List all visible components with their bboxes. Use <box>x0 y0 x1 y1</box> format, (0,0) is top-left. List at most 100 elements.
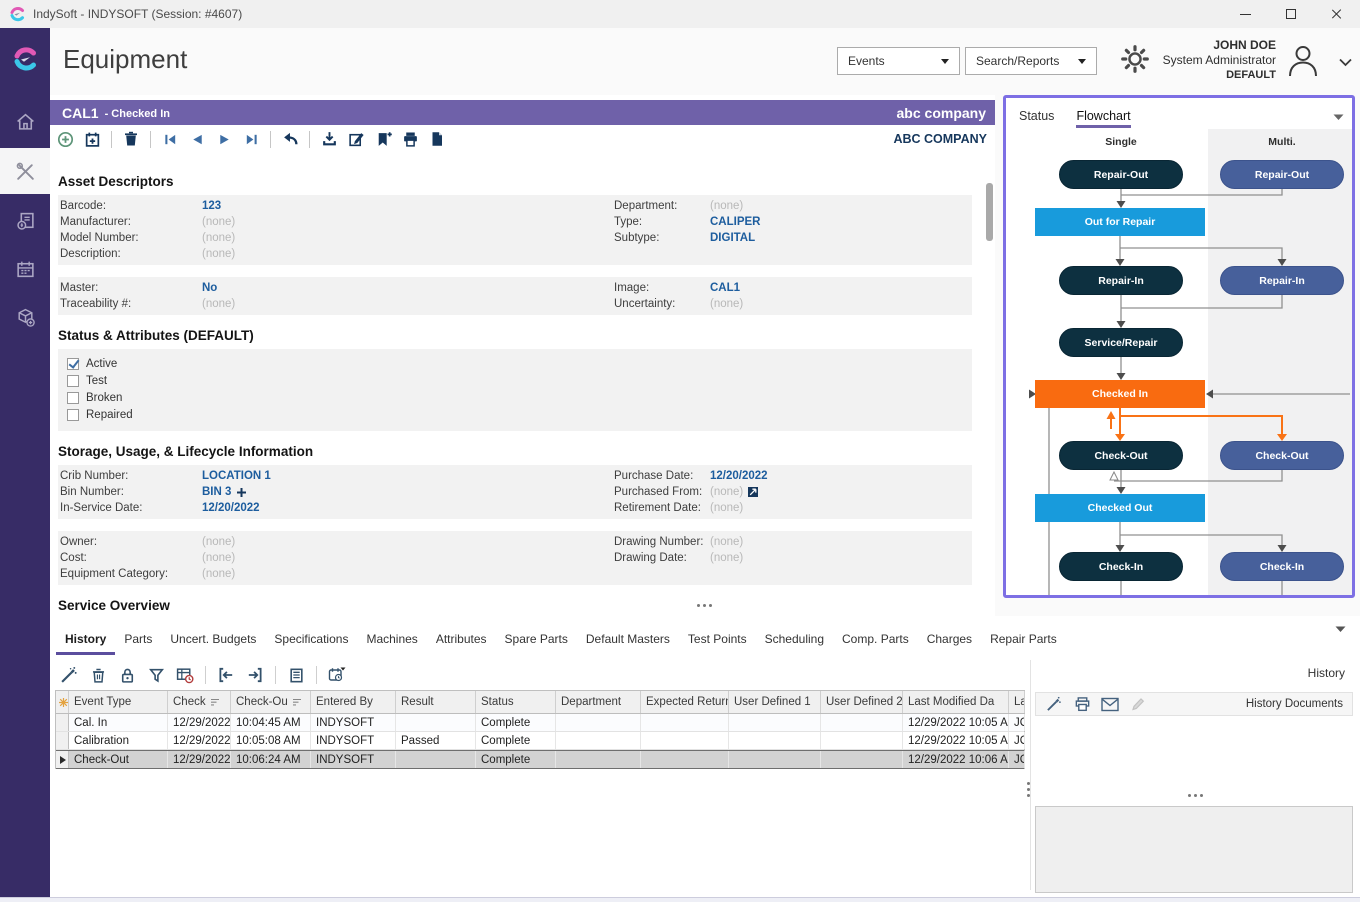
tab-charges[interactable]: Charges <box>918 628 981 655</box>
sidebar-item-equipment[interactable] <box>0 148 50 194</box>
magic-wand-icon[interactable] <box>1045 695 1063 713</box>
collapse-chevron-down-icon[interactable] <box>1335 620 1346 638</box>
filter-icon[interactable] <box>147 666 165 684</box>
bookmark-add-button[interactable] <box>374 130 392 148</box>
add-record-button[interactable] <box>56 130 74 148</box>
plus-icon[interactable] <box>236 487 247 498</box>
flow-node-check-out-multi[interactable]: Check-Out <box>1220 441 1344 470</box>
user-info[interactable]: JOHN DOE System Administrator DEFAULT <box>1106 38 1276 83</box>
column-header-user-defined-1[interactable]: User Defined 1 <box>729 691 821 713</box>
field-value[interactable]: BIN 3 <box>202 486 614 498</box>
delete-record-button[interactable] <box>122 130 140 148</box>
delete-row-icon[interactable] <box>89 666 107 684</box>
lock-icon[interactable] <box>118 666 136 684</box>
horizontal-splitter-handle[interactable] <box>1188 794 1191 797</box>
tab-spare-parts[interactable]: Spare Parts <box>496 628 577 655</box>
user-menu-chevron-icon[interactable] <box>1339 54 1352 72</box>
check-in-record-icon[interactable] <box>217 666 235 684</box>
event-schedule-dropdown-icon[interactable] <box>328 666 346 684</box>
email-icon[interactable] <box>1101 695 1119 713</box>
checkbox-test[interactable] <box>67 375 79 387</box>
previous-record-button[interactable] <box>188 130 206 148</box>
flow-node-check-in-single[interactable]: Check-In <box>1059 552 1183 581</box>
tab-parts[interactable]: Parts <box>115 628 161 655</box>
search-reports-dropdown[interactable]: Search/Reports <box>965 47 1097 75</box>
events-dropdown[interactable]: Events <box>837 47 960 75</box>
magic-wand-icon[interactable] <box>60 666 78 684</box>
next-record-button[interactable] <box>215 130 233 148</box>
sidebar-item-parts-inventory[interactable] <box>0 294 50 340</box>
tab-comp-parts[interactable]: Comp. Parts <box>833 628 918 655</box>
field-value[interactable]: CAL1 <box>710 282 972 294</box>
field-value[interactable]: 123 <box>202 200 614 212</box>
field-value[interactable]: No <box>202 282 614 294</box>
panel-chevron-down-icon[interactable] <box>1333 108 1344 126</box>
column-header-check-ou[interactable]: Check-Ou <box>231 691 311 713</box>
tab-machines[interactable]: Machines <box>357 628 426 655</box>
flow-node-check-in-multi[interactable]: Check-In <box>1220 552 1344 581</box>
schedule-event-button[interactable] <box>83 130 101 148</box>
sidebar-item-service-costs[interactable] <box>0 198 50 244</box>
minimize-button[interactable] <box>1222 0 1268 28</box>
checkbox-broken[interactable] <box>67 392 79 404</box>
field-value[interactable]: DIGITAL <box>710 232 972 244</box>
tab-history[interactable]: History <box>56 628 115 655</box>
tab-repair-parts[interactable]: Repair Parts <box>981 628 1066 655</box>
print-button[interactable] <box>401 130 419 148</box>
column-header-expected-return[interactable]: Expected Return <box>641 691 729 713</box>
column-header-result[interactable]: Result <box>396 691 476 713</box>
maximize-button[interactable] <box>1268 0 1314 28</box>
field-value[interactable]: CALIPER <box>710 216 972 228</box>
table-row[interactable]: Cal. In12/29/202210:04:45 AMINDYSOFTComp… <box>56 714 1024 732</box>
close-button[interactable] <box>1314 0 1360 28</box>
tab-default-masters[interactable]: Default Masters <box>577 628 679 655</box>
column-header-department[interactable]: Department <box>556 691 641 713</box>
navigate-icon[interactable] <box>748 487 758 497</box>
column-header-status[interactable]: Status <box>476 691 556 713</box>
flow-node-checked-in-current[interactable]: Checked In <box>1035 380 1205 408</box>
sidebar-item-home[interactable] <box>0 98 50 144</box>
save-button[interactable] <box>320 130 338 148</box>
flow-node-check-out-single[interactable]: Check-Out <box>1059 441 1183 470</box>
tab-scheduling[interactable]: Scheduling <box>756 628 833 655</box>
undo-button[interactable] <box>281 130 299 148</box>
details-list-icon[interactable] <box>287 666 305 684</box>
flow-node-repair-in-single[interactable]: Repair-In <box>1059 266 1183 295</box>
tab-flowchart[interactable]: Flowchart <box>1076 109 1130 128</box>
check-out-record-icon[interactable] <box>246 666 264 684</box>
flow-node-repair-out-single[interactable]: Repair-Out <box>1059 160 1183 189</box>
edit-button[interactable] <box>347 130 365 148</box>
column-header-last[interactable]: Last <box>1009 691 1025 713</box>
flow-node-out-for-repair-status[interactable]: Out for Repair <box>1035 208 1205 236</box>
checkbox-active[interactable] <box>67 358 79 370</box>
column-header-event-type[interactable]: Event Type <box>69 691 168 713</box>
last-record-button[interactable] <box>242 130 260 148</box>
field-value[interactable]: 12/20/2022 <box>710 470 972 482</box>
column-header-user-defined-2[interactable]: User Defined 2 <box>821 691 903 713</box>
table-row[interactable]: Calibration12/29/202210:05:08 AMINDYSOFT… <box>56 732 1024 750</box>
tab-uncert-budgets[interactable]: Uncert. Budgets <box>161 628 265 655</box>
flow-node-repair-in-multi[interactable]: Repair-In <box>1220 266 1344 295</box>
flow-node-repair-out-multi[interactable]: Repair-Out <box>1220 160 1344 189</box>
table-row[interactable]: Check-Out12/29/202210:06:24 AMINDYSOFTCo… <box>56 750 1024 769</box>
field-value[interactable]: LOCATION 1 <box>202 470 614 482</box>
tab-attributes[interactable]: Attributes <box>427 628 496 655</box>
vertical-splitter-handle[interactable] <box>1027 782 1030 785</box>
print-icon[interactable] <box>1073 695 1091 713</box>
flow-node-checked-out-status[interactable]: Checked Out <box>1035 494 1205 522</box>
vertical-scrollbar[interactable] <box>986 183 993 241</box>
sidebar-item-scheduler[interactable] <box>0 246 50 292</box>
tab-specifications[interactable]: Specifications <box>265 628 357 655</box>
user-avatar-icon[interactable] <box>1282 40 1324 87</box>
first-record-button[interactable] <box>161 130 179 148</box>
flow-node-service-repair-single[interactable]: Service/Repair <box>1059 328 1183 357</box>
column-header-last-modified-da[interactable]: Last Modified Da <box>903 691 1009 713</box>
grid-schedule-icon[interactable] <box>176 666 194 684</box>
column-header-check[interactable]: Check <box>168 691 231 713</box>
field-value[interactable]: 12/20/2022 <box>202 502 614 514</box>
column-header-entered-by[interactable]: Entered By <box>311 691 396 713</box>
document-button[interactable] <box>428 130 446 148</box>
checkbox-repaired[interactable] <box>67 409 79 421</box>
tab-test-points[interactable]: Test Points <box>679 628 756 655</box>
tab-status[interactable]: Status <box>1019 109 1054 128</box>
